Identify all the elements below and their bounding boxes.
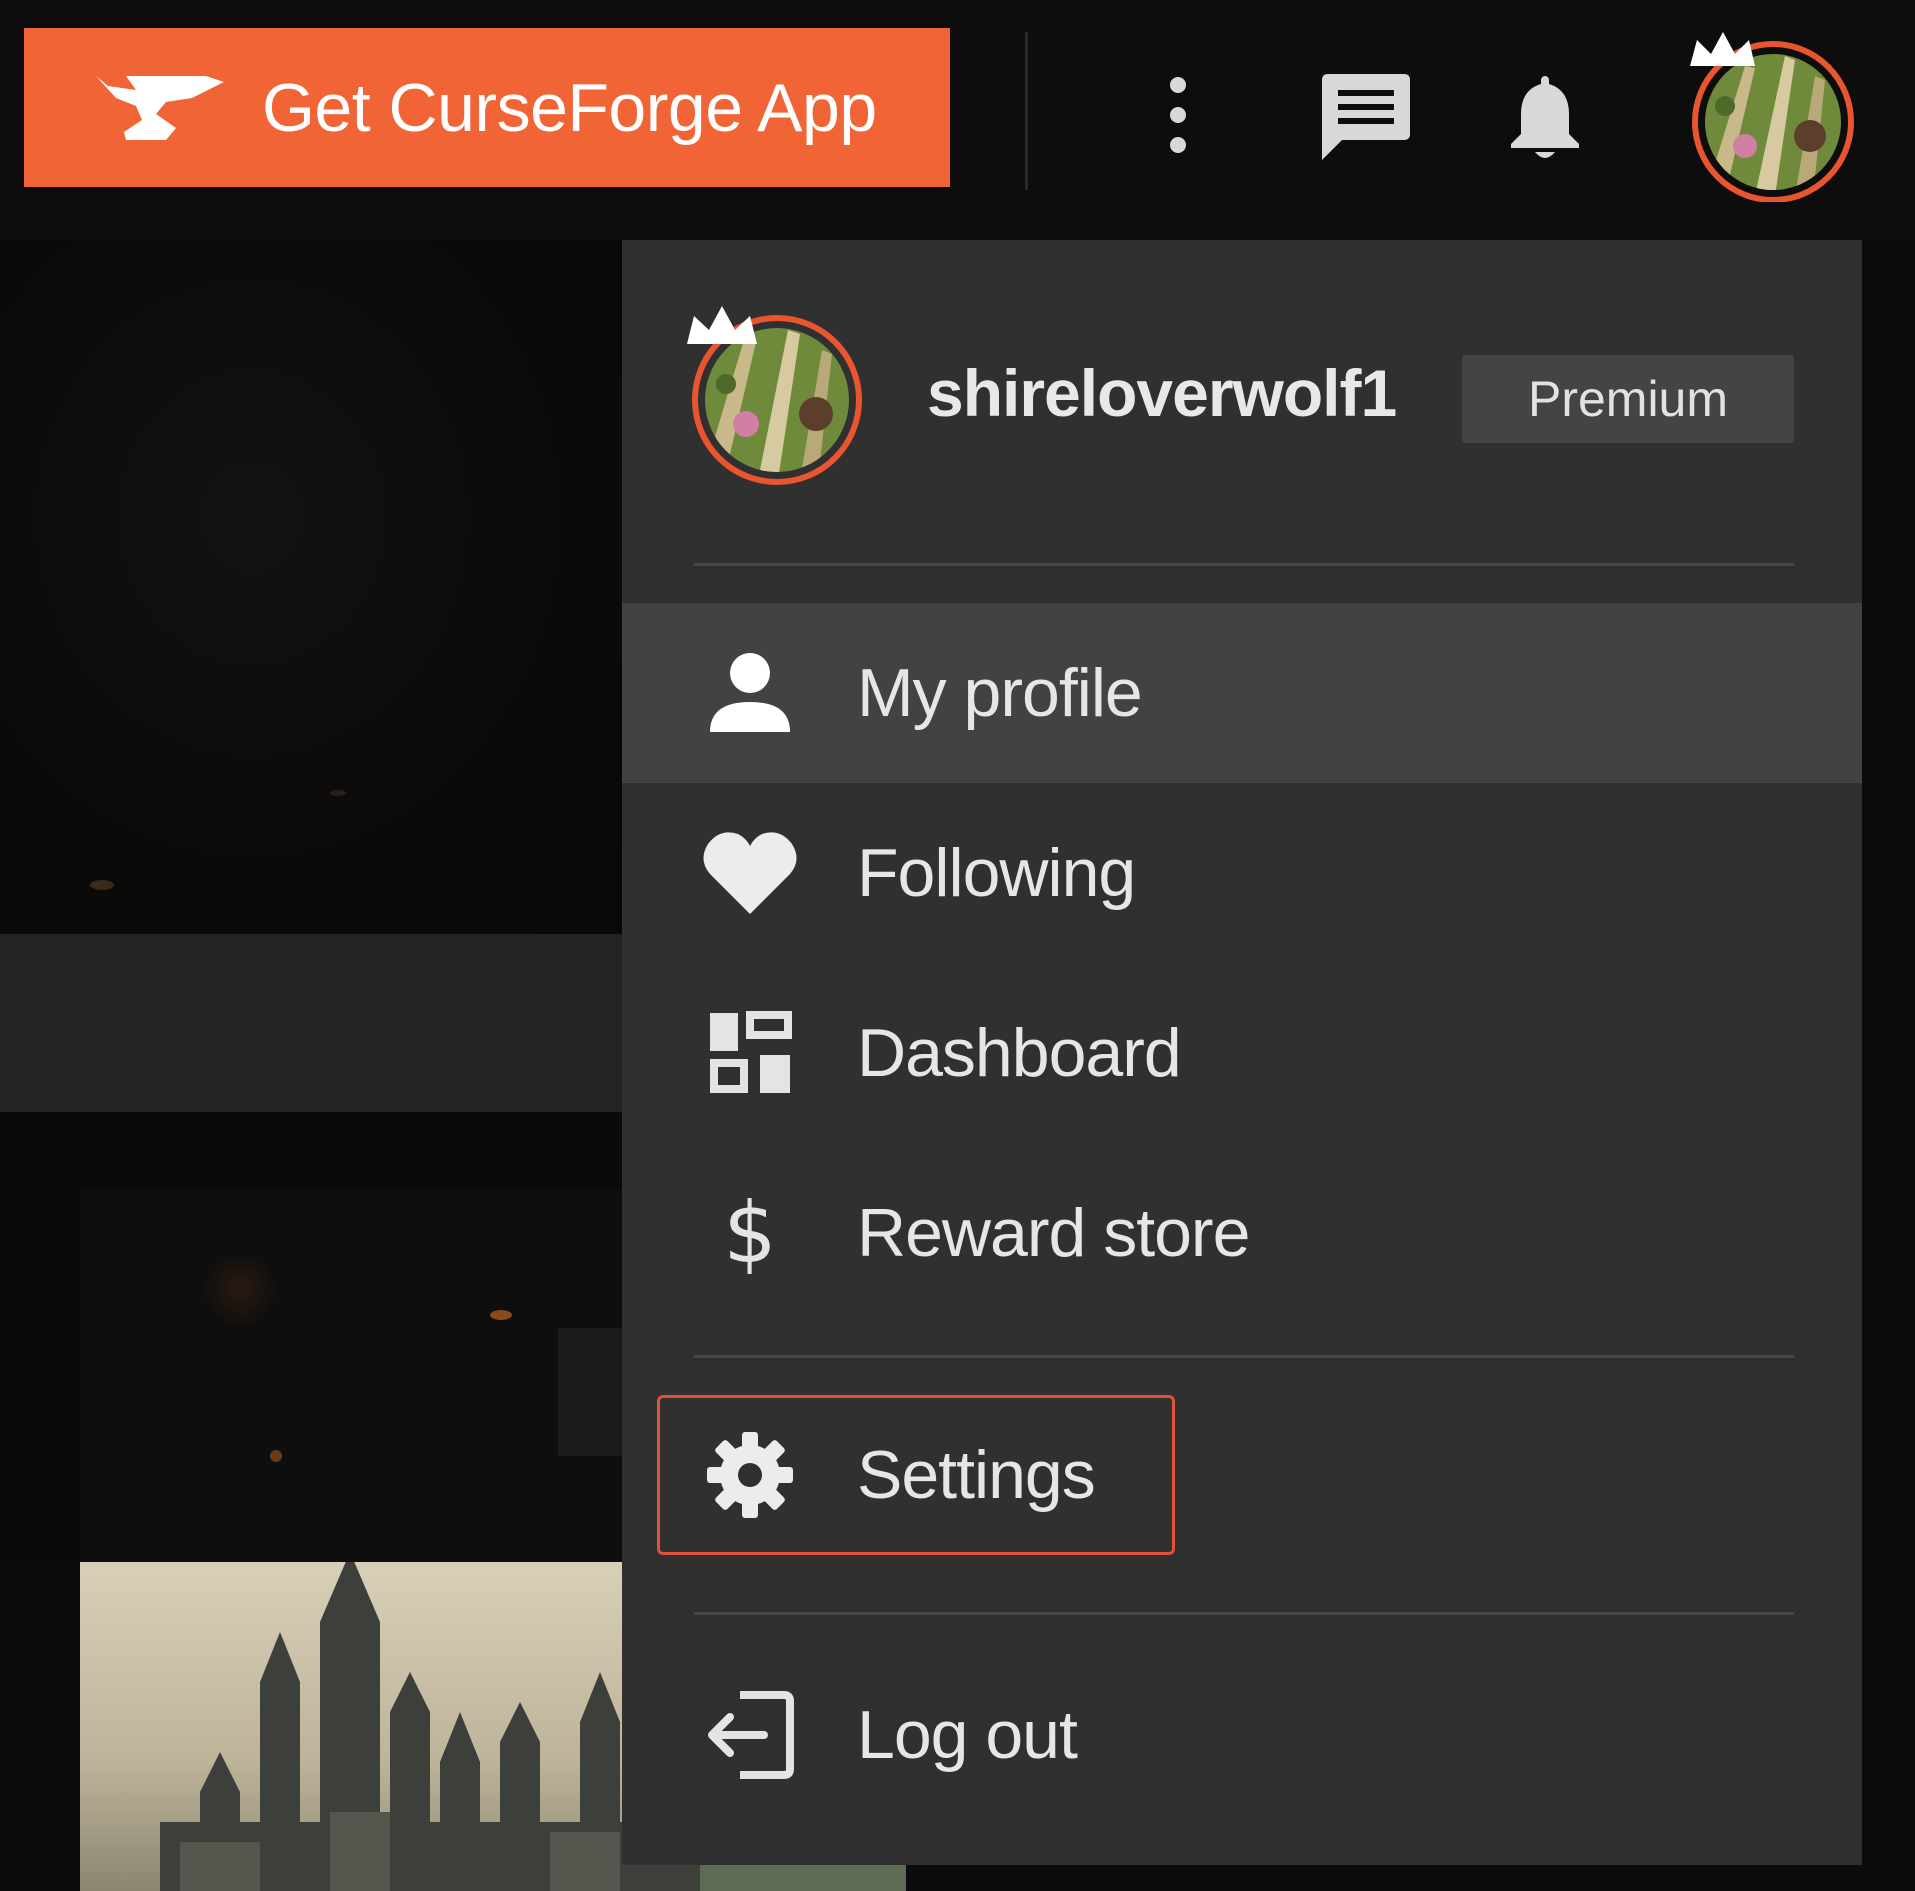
menu-divider [694,1355,1794,1358]
bell-icon[interactable] [1495,62,1595,172]
crown-icon [1690,32,1755,66]
menu-item-dashboard[interactable]: Dashboard [622,963,1862,1143]
user-avatar-button[interactable] [1685,26,1861,203]
hero-background [0,240,630,934]
heart-icon [702,825,798,921]
menu-item-settings[interactable]: Settings [622,1385,1862,1565]
person-icon [702,645,798,741]
gear-icon [702,1427,798,1523]
get-app-label: Get CurseForge App [262,69,877,146]
crown-icon [687,306,757,344]
background-card [80,1190,640,1570]
menu-item-label: Reward store [857,1195,1250,1271]
menu-item-label: Settings [857,1437,1096,1513]
logout-icon [702,1687,798,1783]
divider [1025,32,1028,190]
chat-icon[interactable] [1310,62,1422,172]
more-vertical-icon[interactable] [1140,60,1215,170]
menu-divider [694,563,1794,566]
menu-item-label: Log out [857,1697,1078,1773]
avatar-image [1690,32,1854,203]
menu-divider [694,1612,1794,1615]
avatar-image [687,306,862,485]
top-bar: Get CurseForge App [0,0,1915,240]
menu-item-label: Following [857,835,1136,911]
menu-item-reward-store[interactable]: $ Reward store [622,1143,1862,1323]
background-strip [0,934,630,1112]
dollar-icon: $ [723,1184,777,1282]
menu-item-my-profile[interactable]: My profile [622,603,1862,783]
user-avatar[interactable] [682,300,872,490]
username: shireloverwolf1 [927,356,1397,430]
menu-item-following[interactable]: Following [622,783,1862,963]
anvil-logo-icon [96,75,224,140]
menu-item-label: Dashboard [857,1015,1182,1091]
dashboard-icon [702,1005,798,1101]
user-menu: shireloverwolf1 Premium My profile Follo… [622,240,1862,1865]
page: Get CurseForge App shireloverwolf1 Premi… [0,0,1915,1891]
get-app-button[interactable]: Get CurseForge App [24,28,950,187]
premium-badge: Premium [1462,355,1794,443]
menu-item-label: My profile [857,655,1143,731]
menu-item-log-out[interactable]: Log out [622,1645,1862,1825]
